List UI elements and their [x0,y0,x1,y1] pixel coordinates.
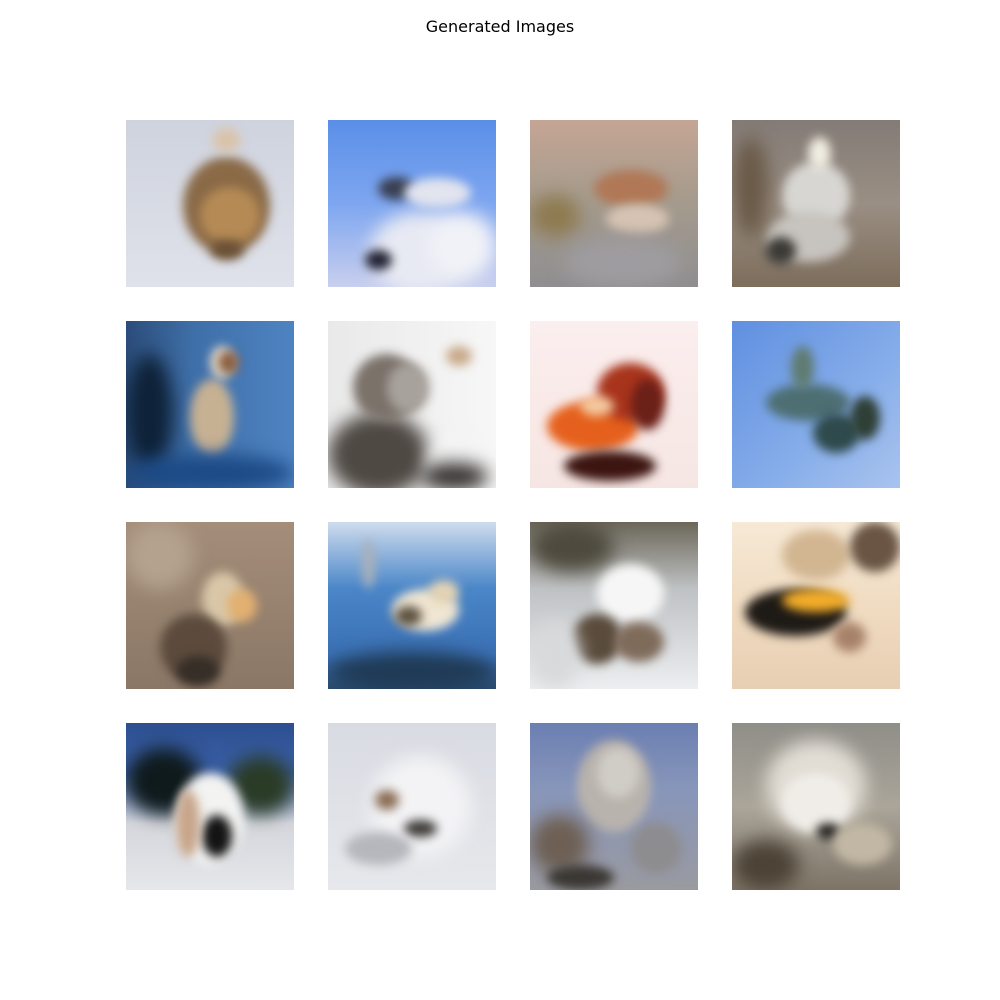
generated-image-r4-c2 [328,723,496,890]
generated-image-r4-c1 [126,723,294,890]
generated-image-r4-c3 [530,723,698,890]
generated-image-r1-c2 [328,120,496,287]
generated-image-r3-c1 [126,522,294,689]
figure-title: Generated Images [425,17,575,36]
generated-image-r3-c3 [530,522,698,689]
generated-image-r3-c4 [732,522,900,689]
image-grid [126,120,900,890]
generated-image-r1-c1 [126,120,294,287]
generated-image-r2-c4 [732,321,900,488]
generated-image-r3-c2 [328,522,496,689]
generated-image-r1-c4 [732,120,900,287]
generated-image-r2-c1 [126,321,294,488]
generated-image-r1-c3 [530,120,698,287]
generated-image-r2-c3 [530,321,698,488]
generated-image-r4-c4 [732,723,900,890]
generated-image-r2-c2 [328,321,496,488]
